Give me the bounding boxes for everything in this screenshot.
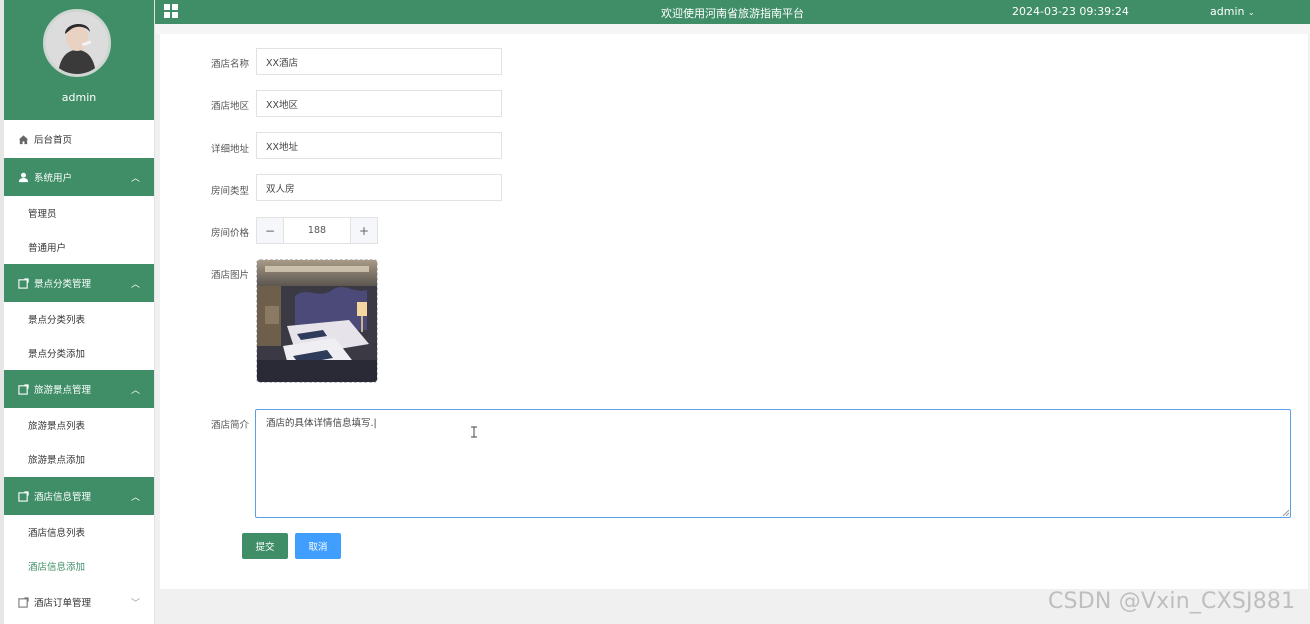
chevron-up-icon: ︿: [130, 386, 140, 396]
menu-admins[interactable]: 管理员: [4, 196, 154, 230]
user-icon: [17, 171, 29, 183]
chevron-up-icon: ︿: [130, 280, 140, 290]
menu-scenic-spot-add-label: 旅游景点添加: [28, 455, 86, 466]
home-icon: [17, 133, 29, 145]
top-strip: [155, 24, 1310, 34]
menu-hotel-orders-label: 酒店订单管理: [34, 598, 92, 609]
region-label: 酒店地区: [210, 101, 249, 112]
text-cursor-icon: [471, 426, 477, 438]
menu-scenic-spot[interactable]: 旅游景点管理 ︿: [4, 370, 154, 408]
intro-textarea[interactable]: 酒店的具体详情信息填写.|: [255, 409, 1291, 518]
chevron-down-icon: ⌄: [1247, 8, 1255, 17]
menu-scenic-category-list-label: 景点分类列表: [28, 315, 86, 326]
submit-button[interactable]: 提交: [242, 533, 288, 559]
edit-doc-icon: [17, 490, 29, 502]
watermark: CSDN @Vxin_CXSJ881: [1048, 589, 1296, 614]
profile-name: admin: [61, 91, 97, 104]
menu-hotel-info-list[interactable]: 酒店信息列表: [4, 515, 154, 549]
menu-hotel-info[interactable]: 酒店信息管理 ︿: [4, 477, 154, 515]
room-type-value: 双人房: [266, 183, 295, 195]
chevron-down-icon: ﹀: [130, 599, 140, 609]
resize-grip-icon[interactable]: [1282, 509, 1289, 516]
hotel-name-value: XX酒店: [266, 57, 299, 69]
menu-home[interactable]: 后台首页: [4, 120, 154, 158]
page-title: 欢迎使用河南省旅游指南平台: [661, 7, 804, 20]
menu-scenic-category[interactable]: 景点分类管理 ︿: [4, 264, 154, 302]
hotel-image-upload[interactable]: [256, 259, 378, 383]
menu-scenic-category-label: 景点分类管理: [34, 279, 92, 290]
menu-scenic-spot-list[interactable]: 旅游景点列表: [4, 408, 154, 442]
menu-hotel-orders[interactable]: 酒店订单管理 ﹀: [4, 583, 154, 621]
menu-scenic-category-add-label: 景点分类添加: [28, 349, 86, 360]
region-input[interactable]: XX地区: [256, 90, 502, 117]
cancel-button[interactable]: 取消: [295, 533, 341, 559]
menu-hotel-info-add[interactable]: 酒店信息添加: [4, 549, 154, 583]
datetime: 2024-03-23 09:39:24: [1012, 5, 1129, 18]
menu-scenic-spot-label: 旅游景点管理: [34, 385, 92, 396]
intro-label: 酒店简介: [210, 420, 249, 431]
hotel-room-photo: [257, 260, 377, 382]
menu-system-users-label: 系统用户: [34, 173, 73, 184]
menu-normal-users-label: 普通用户: [28, 243, 67, 254]
room-type-label: 房间类型: [210, 186, 249, 197]
menu-normal-users[interactable]: 普通用户: [4, 230, 154, 264]
sidebar: admin 后台首页 系统用户 ︿ 管理员 普通用户 景点分类管理 ︿ 景点分类…: [0, 0, 155, 624]
intro-value: 酒店的具体详情信息填写.|: [266, 418, 377, 429]
menu-admins-label: 管理员: [28, 209, 57, 220]
menu-system-users[interactable]: 系统用户 ︿: [4, 158, 154, 196]
menu-hotel-info-add-label: 酒店信息添加: [28, 562, 86, 573]
menu-home-label: 后台首页: [34, 135, 73, 146]
price-label: 房间价格: [210, 228, 249, 239]
edit-doc-icon: [17, 596, 29, 608]
hotel-name-label: 酒店名称: [210, 59, 249, 70]
menu-scenic-spot-add[interactable]: 旅游景点添加: [4, 442, 154, 476]
menu-scenic-category-add[interactable]: 景点分类添加: [4, 336, 154, 370]
profile-panel: admin: [4, 0, 154, 120]
user-menu[interactable]: admin ⌄: [1210, 5, 1255, 18]
price-value[interactable]: 188: [284, 218, 350, 243]
address-label: 详细地址: [210, 144, 249, 155]
room-type-input[interactable]: 双人房: [256, 174, 502, 201]
edit-doc-icon: [17, 277, 29, 289]
menu-scenic-category-list[interactable]: 景点分类列表: [4, 302, 154, 336]
edit-doc-icon: [17, 383, 29, 395]
menu-hotel-info-label: 酒店信息管理: [34, 492, 92, 503]
top-bar: 欢迎使用河南省旅游指南平台 2024-03-23 09:39:24 admin …: [155, 0, 1310, 24]
increment-button[interactable]: +: [350, 218, 377, 243]
image-label: 酒店图片: [210, 270, 249, 281]
region-value: XX地区: [266, 99, 299, 111]
price-stepper: − 188 +: [256, 217, 378, 244]
chevron-up-icon: ︿: [130, 493, 140, 503]
user-menu-label: admin: [1210, 5, 1245, 18]
hotel-form: 酒店名称 XX酒店 酒店地区 XX地区 详细地址 XX地址 房间类型 双人房 房…: [160, 34, 1308, 589]
address-value: XX地址: [266, 141, 299, 153]
address-input[interactable]: XX地址: [256, 132, 502, 159]
hotel-name-input[interactable]: XX酒店: [256, 48, 502, 75]
chevron-up-icon: ︿: [130, 174, 140, 184]
menu-scenic-spot-list-label: 旅游景点列表: [28, 421, 86, 432]
avatar[interactable]: [43, 9, 111, 77]
decrement-button[interactable]: −: [257, 218, 284, 243]
menu-hotel-info-list-label: 酒店信息列表: [28, 528, 86, 539]
